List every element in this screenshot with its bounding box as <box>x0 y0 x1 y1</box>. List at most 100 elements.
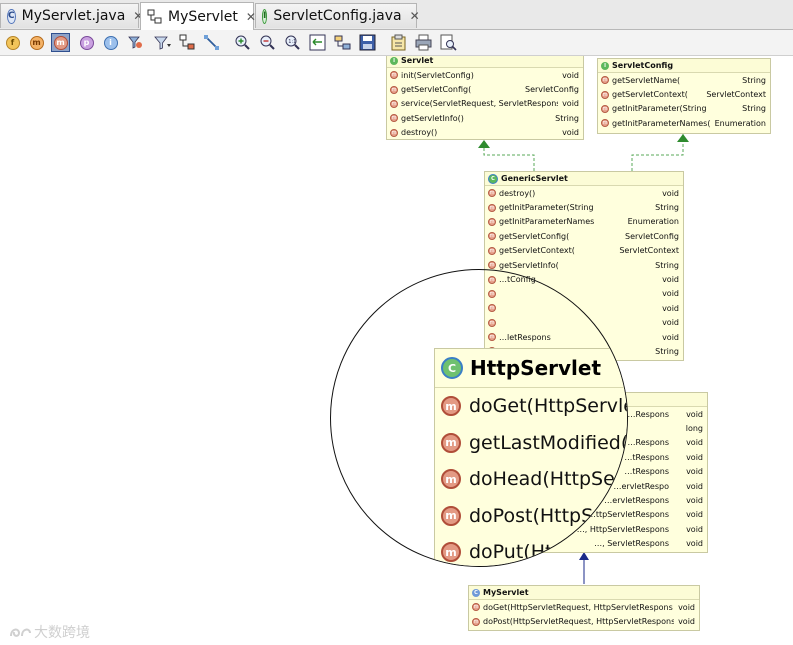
magnified-class-box-httpservlet: C HttpServlet m doGet(HttpServle m getLast… <box>434 348 628 566</box>
tab-myservlet-java[interactable]: C MyServlet.java ✕ <box>0 3 143 28</box>
class-box-servletconfig[interactable]: I ServletConfig m getServletName(String m… <box>597 58 771 134</box>
method-row[interactable]: m getServletConfig(ServletConfig <box>485 229 683 243</box>
return-type: void <box>678 617 695 627</box>
method-name: destroy() <box>401 128 438 138</box>
method-icon: m <box>488 232 496 241</box>
return-type: void <box>562 70 579 80</box>
method-row[interactable]: m getInitParameterNames Enumeration <box>485 215 683 229</box>
method-icon: m <box>441 396 461 417</box>
change-visibility-button[interactable] <box>126 33 145 52</box>
method-row[interactable]: m getInitParameter(String String <box>598 102 770 116</box>
show-methods-button[interactable]: m <box>51 33 70 52</box>
zoom-out-button[interactable] <box>258 33 277 52</box>
method-row[interactable]: m getInitParameterNames(Enumeration <box>598 116 770 130</box>
method-name: getServletInfo( <box>499 260 559 270</box>
change-visibility-icon <box>128 36 142 49</box>
abstract-class-icon: C <box>441 357 463 379</box>
return-type: void <box>686 510 703 520</box>
export-button[interactable] <box>389 33 408 52</box>
return-type: void <box>686 467 703 477</box>
method-row[interactable]: m getServletInfo(String <box>485 258 683 272</box>
return-type: void <box>686 539 703 549</box>
method-row[interactable]: m init(ServletConfig) void <box>387 68 583 82</box>
method-row[interactable]: m getServletName(String <box>598 73 770 87</box>
actual-size-icon: 1:1 <box>285 35 300 50</box>
method-icon: m <box>601 119 609 128</box>
method-row[interactable]: m getServletConfig(ServletConfig <box>387 82 583 96</box>
return-type: ServletConfig <box>625 231 679 241</box>
save-diagram-button[interactable] <box>358 33 377 52</box>
method-row[interactable]: m doGet(HttpServletRequest, HttpServletRe… <box>469 600 699 614</box>
tab-label: MyServlet <box>168 8 238 25</box>
method-row[interactable]: m getServletContext(ServletContext <box>598 87 770 101</box>
arrowhead-icon <box>677 134 689 142</box>
apply-layout-icon <box>334 35 351 50</box>
method-name: doHead(HttpSer <box>469 468 623 491</box>
method-name: getLastModified( <box>469 431 628 454</box>
method-name: getInitParameterNames( <box>612 118 711 128</box>
method-name: init(ServletConfig) <box>401 70 474 80</box>
show-methods-icon: m <box>53 35 68 50</box>
return-type: String <box>742 104 766 114</box>
class-box-servlet[interactable]: I Servlet m init(ServletConfig) void m getS… <box>386 56 584 140</box>
class-icon: C <box>472 588 480 597</box>
fit-content-button[interactable] <box>308 33 327 52</box>
filter-icon <box>154 36 171 50</box>
filter-button[interactable] <box>153 33 172 52</box>
return-type: String <box>655 260 679 270</box>
editor-tab-bar: C MyServlet.java ✕ MyServlet ✕ I Servlet… <box>0 0 793 30</box>
method-row[interactable]: m doPost(HttpServletRequest, HttpServletR… <box>469 614 699 628</box>
return-type: Enumeration <box>714 118 766 128</box>
zoom-in-button[interactable] <box>233 33 252 52</box>
close-icon[interactable]: ✕ <box>410 9 420 23</box>
method-name: doGet(HttpServletRequest, HttpServletRes… <box>483 602 673 612</box>
show-properties-icon: p <box>79 35 94 50</box>
return-type: long <box>685 424 703 434</box>
export-icon <box>391 34 406 51</box>
class-header: C GenericServlet <box>485 172 683 186</box>
watermark-text: 大数跨境 <box>34 625 90 641</box>
return-type: String <box>655 346 679 356</box>
show-fields-icon: f <box>5 35 20 50</box>
print-icon <box>415 34 432 51</box>
method-row[interactable]: m destroy() void <box>387 126 583 140</box>
method-icon: m <box>441 505 461 526</box>
watermark-logo-icon <box>10 628 31 637</box>
method-row[interactable]: m getServletContext(ServletContext <box>485 244 683 258</box>
method-name: getServletName( <box>612 75 681 85</box>
method-row[interactable]: m destroy() void <box>485 186 683 200</box>
apply-layout-button[interactable] <box>333 33 352 52</box>
class-box-myservlet[interactable]: C MyServlet m doGet(HttpServletRequest, H… <box>468 585 700 631</box>
method-row[interactable]: m getInitParameter(String String <box>485 200 683 214</box>
return-type: void <box>662 332 679 342</box>
layout-button[interactable] <box>178 33 197 52</box>
show-inner-classes-button[interactable]: i <box>101 33 120 52</box>
class-title: ServletConfig <box>612 61 674 70</box>
show-inner-classes-icon: i <box>103 35 118 50</box>
show-dependencies-button[interactable] <box>202 33 221 52</box>
method-row: m getLastModified( <box>435 425 628 462</box>
method-name: doPost(HttpServletRequest, HttpServletRe… <box>483 617 675 627</box>
zoom-in-icon <box>235 35 250 50</box>
return-type: void <box>686 524 703 534</box>
return-type: void <box>662 303 679 313</box>
show-fields-button[interactable]: f <box>3 33 22 52</box>
diagram-canvas[interactable]: I Servlet m init(ServletConfig) void m getS… <box>0 56 793 645</box>
layout-icon <box>179 34 195 50</box>
method-row[interactable]: m service(ServletRequest, ServletRespons v… <box>387 97 583 111</box>
return-type: ServletContext <box>619 246 679 256</box>
method-row[interactable]: m getServletInfo() String <box>387 111 583 125</box>
class-header: I Servlet <box>387 56 583 68</box>
tab-myservlet-diagram[interactable]: MyServlet ✕ <box>140 2 256 30</box>
show-constructors-button[interactable]: m <box>27 33 46 52</box>
implements-connector <box>631 134 684 171</box>
actual-size-button[interactable]: 1:1 <box>283 33 302 52</box>
return-type: void <box>686 481 703 491</box>
method-icon: m <box>441 469 461 490</box>
show-properties-button[interactable]: p <box>77 33 96 52</box>
print-preview-button[interactable] <box>439 33 458 52</box>
tab-servletconfig-java[interactable]: I ServletConfig.java ✕ <box>255 3 420 28</box>
print-button[interactable] <box>414 33 433 52</box>
return-type: void <box>662 318 679 328</box>
arrowhead-icon <box>478 140 490 148</box>
